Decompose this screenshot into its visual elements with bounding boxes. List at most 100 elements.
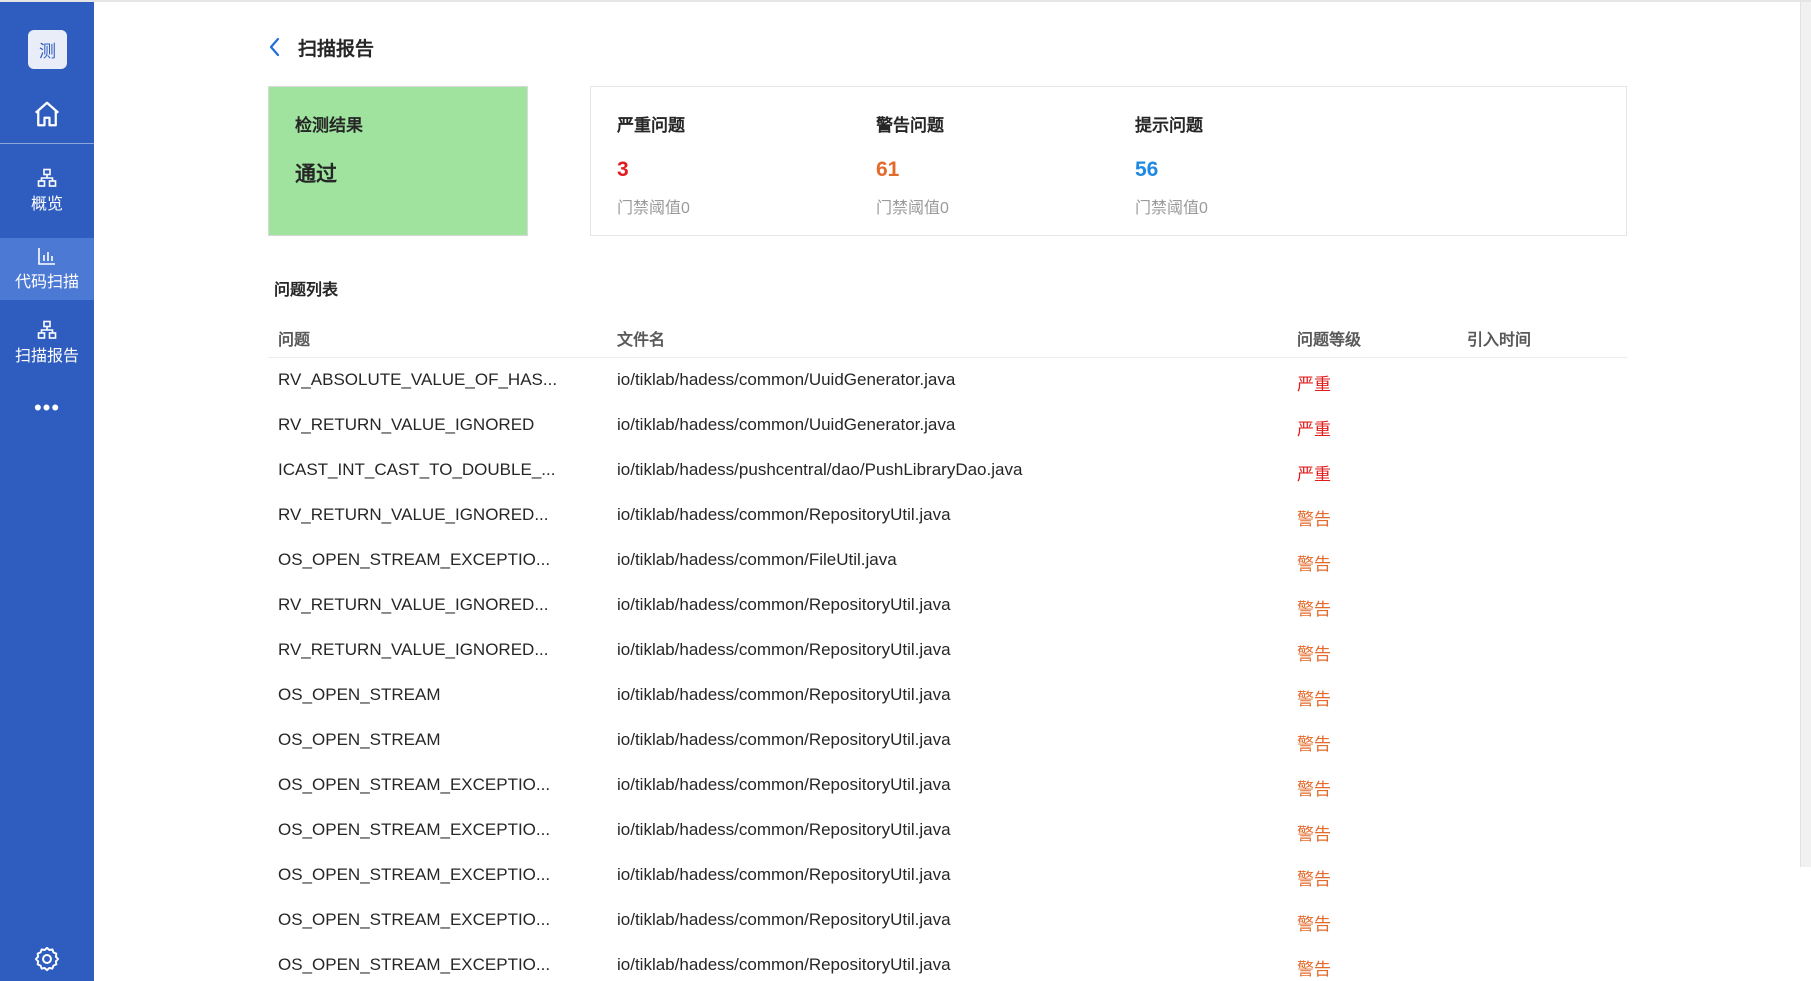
file-name: io/tiklab/hadess/common/RepositoryUtil.j… bbox=[617, 595, 951, 614]
stat-threshold: 门禁阈值0 bbox=[876, 200, 949, 217]
table-row[interactable]: OS_OPEN_STREAM io/tiklab/hadess/common/Re… bbox=[268, 673, 1627, 718]
stat-threshold: 门禁阈值0 bbox=[1135, 200, 1208, 217]
bar-chart-icon bbox=[38, 248, 55, 265]
table-header: 问题 文件名 问题等级 引入时间 bbox=[268, 316, 1627, 358]
column-header-file[interactable]: 文件名 bbox=[617, 326, 665, 350]
table-row[interactable]: OS_OPEN_STREAM_EXCEPTIO... io/tiklab/hade… bbox=[268, 763, 1627, 808]
table-row[interactable]: OS_OPEN_STREAM_EXCEPTIO... io/tiklab/hade… bbox=[268, 943, 1627, 981]
issue-name[interactable]: OS_OPEN_STREAM_EXCEPTIO... bbox=[278, 820, 550, 840]
issue-level: 严重 bbox=[1297, 375, 1331, 394]
home-button[interactable] bbox=[0, 84, 94, 144]
file-name: io/tiklab/hadess/common/RepositoryUtil.j… bbox=[617, 865, 951, 884]
sitemap-icon bbox=[37, 168, 57, 187]
table-row[interactable]: OS_OPEN_STREAM io/tiklab/hadess/common/Re… bbox=[268, 718, 1627, 763]
sidebar-item-label: 代码扫描 bbox=[14, 274, 79, 291]
issue-level: 严重 bbox=[1297, 465, 1331, 484]
chevron-left-icon bbox=[269, 37, 280, 57]
issue-name[interactable]: OS_OPEN_STREAM_EXCEPTIO... bbox=[278, 910, 550, 930]
issue-level: 严重 bbox=[1297, 420, 1331, 439]
result-value: 通过 bbox=[295, 163, 337, 186]
table-row[interactable]: RV_RETURN_VALUE_IGNORED... io/tiklab/hade… bbox=[268, 493, 1627, 538]
warning-issues-stat: 警告问题 61 门禁阈值0 bbox=[876, 111, 1116, 218]
file-name: io/tiklab/hadess/common/FileUtil.java bbox=[617, 550, 897, 569]
page-title: 扫描报告 bbox=[298, 38, 375, 60]
stat-value: 61 bbox=[876, 158, 900, 181]
issue-name[interactable]: RV_RETURN_VALUE_IGNORED bbox=[278, 415, 534, 435]
issue-name[interactable]: OS_OPEN_STREAM_EXCEPTIO... bbox=[278, 775, 550, 795]
table-row[interactable]: OS_OPEN_STREAM_EXCEPTIO... io/tiklab/hade… bbox=[268, 898, 1627, 943]
issue-name[interactable]: RV_RETURN_VALUE_IGNORED... bbox=[278, 505, 549, 525]
issue-name[interactable]: RV_ABSOLUTE_VALUE_OF_HAS... bbox=[278, 370, 557, 390]
page-header: 扫描报告 bbox=[268, 30, 374, 64]
hint-issues-stat: 提示问题 56 门禁阈值0 bbox=[1135, 111, 1375, 218]
column-header-issue[interactable]: 问题 bbox=[278, 326, 310, 350]
issue-level: 警告 bbox=[1297, 645, 1331, 664]
gear-icon bbox=[34, 946, 60, 972]
issue-level: 警告 bbox=[1297, 915, 1331, 934]
issue-table: 问题 文件名 问题等级 引入时间 RV_ABSOLUTE_VALUE_OF_HA… bbox=[268, 316, 1627, 981]
stat-label: 提示问题 bbox=[1135, 116, 1203, 135]
stat-label: 严重问题 bbox=[617, 116, 685, 135]
table-row[interactable]: OS_OPEN_STREAM_EXCEPTIO... io/tiklab/hade… bbox=[268, 538, 1627, 583]
file-name: io/tiklab/hadess/common/RepositoryUtil.j… bbox=[617, 775, 951, 794]
sidebar-item-label: 概览 bbox=[30, 196, 63, 213]
table-row[interactable]: OS_OPEN_STREAM_EXCEPTIO... io/tiklab/hade… bbox=[268, 808, 1627, 853]
issue-level: 警告 bbox=[1297, 825, 1331, 844]
issue-name[interactable]: ICAST_INT_CAST_TO_DOUBLE_... bbox=[278, 460, 555, 480]
file-name: io/tiklab/hadess/common/RepositoryUtil.j… bbox=[617, 955, 951, 974]
table-body: RV_ABSOLUTE_VALUE_OF_HAS... io/tiklab/had… bbox=[268, 358, 1627, 981]
sidebar-item-code-scan[interactable]: 代码扫描 bbox=[0, 238, 94, 300]
sitemap-icon bbox=[37, 320, 57, 339]
settings-button[interactable] bbox=[33, 945, 61, 973]
file-name: io/tiklab/hadess/common/RepositoryUtil.j… bbox=[617, 640, 951, 659]
severe-issues-stat: 严重问题 3 门禁阈值0 bbox=[617, 111, 857, 218]
issue-level: 警告 bbox=[1297, 600, 1331, 619]
issue-name[interactable]: RV_RETURN_VALUE_IGNORED... bbox=[278, 640, 549, 660]
app-window: 测 概览 代码扫描 扫描报告 ••• 扫描报告 检测结果 通过 严重问题 3 门… bbox=[0, 0, 1811, 981]
sidebar: 测 概览 代码扫描 扫描报告 ••• bbox=[0, 2, 94, 981]
issue-name[interactable]: OS_OPEN_STREAM_EXCEPTIO... bbox=[278, 955, 550, 975]
issue-level: 警告 bbox=[1297, 690, 1331, 709]
table-row[interactable]: RV_RETURN_VALUE_IGNORED io/tiklab/hadess/… bbox=[268, 403, 1627, 448]
column-header-level[interactable]: 问题等级 bbox=[1297, 326, 1361, 350]
issue-name[interactable]: OS_OPEN_STREAM bbox=[278, 685, 441, 705]
app-logo[interactable]: 测 bbox=[28, 30, 67, 69]
table-row[interactable]: RV_RETURN_VALUE_IGNORED... io/tiklab/hade… bbox=[268, 583, 1627, 628]
issue-level: 警告 bbox=[1297, 555, 1331, 574]
sidebar-item-scan-report[interactable]: 扫描报告 bbox=[0, 312, 94, 374]
table-row[interactable]: RV_RETURN_VALUE_IGNORED... io/tiklab/hade… bbox=[268, 628, 1627, 673]
issue-level: 警告 bbox=[1297, 960, 1331, 979]
file-name: io/tiklab/hadess/common/RepositoryUtil.j… bbox=[617, 820, 951, 839]
issue-level: 警告 bbox=[1297, 780, 1331, 799]
sidebar-item-overview[interactable]: 概览 bbox=[0, 160, 94, 222]
issue-level: 警告 bbox=[1297, 510, 1331, 529]
stat-value: 3 bbox=[617, 158, 629, 181]
sidebar-item-label: 扫描报告 bbox=[14, 348, 79, 365]
file-name: io/tiklab/hadess/common/RepositoryUtil.j… bbox=[617, 685, 951, 704]
issue-name[interactable]: OS_OPEN_STREAM_EXCEPTIO... bbox=[278, 550, 550, 570]
file-name: io/tiklab/hadess/common/RepositoryUtil.j… bbox=[617, 910, 951, 929]
vertical-scrollbar[interactable] bbox=[1800, 2, 1811, 867]
issue-list-title: 问题列表 bbox=[274, 282, 339, 299]
table-row[interactable]: ICAST_INT_CAST_TO_DOUBLE_... io/tiklab/ha… bbox=[268, 448, 1627, 493]
table-row[interactable]: OS_OPEN_STREAM_EXCEPTIO... io/tiklab/hade… bbox=[268, 853, 1627, 898]
file-name: io/tiklab/hadess/common/UuidGenerator.ja… bbox=[617, 370, 956, 389]
detection-result-card: 检测结果 通过 bbox=[268, 86, 528, 236]
file-name: io/tiklab/hadess/pushcentral/dao/PushLib… bbox=[617, 460, 1023, 479]
file-name: io/tiklab/hadess/common/RepositoryUtil.j… bbox=[617, 505, 951, 524]
stat-value: 56 bbox=[1135, 158, 1159, 181]
issue-name[interactable]: OS_OPEN_STREAM_EXCEPTIO... bbox=[278, 865, 550, 885]
result-label: 检测结果 bbox=[295, 116, 363, 135]
issue-name[interactable]: OS_OPEN_STREAM bbox=[278, 730, 441, 750]
stat-label: 警告问题 bbox=[876, 116, 944, 135]
file-name: io/tiklab/hadess/common/UuidGenerator.ja… bbox=[617, 415, 956, 434]
issue-stats-card: 严重问题 3 门禁阈值0 警告问题 61 门禁阈值0 提示问题 56 门禁阈值0 bbox=[590, 86, 1627, 236]
more-button[interactable]: ••• bbox=[0, 397, 94, 419]
table-row[interactable]: RV_ABSOLUTE_VALUE_OF_HAS... io/tiklab/had… bbox=[268, 358, 1627, 403]
issue-name[interactable]: RV_RETURN_VALUE_IGNORED... bbox=[278, 595, 549, 615]
home-icon bbox=[35, 101, 59, 126]
issue-level: 警告 bbox=[1297, 870, 1331, 889]
stat-threshold: 门禁阈值0 bbox=[617, 200, 690, 217]
column-header-time[interactable]: 引入时间 bbox=[1467, 326, 1531, 350]
back-button[interactable] bbox=[268, 36, 286, 58]
